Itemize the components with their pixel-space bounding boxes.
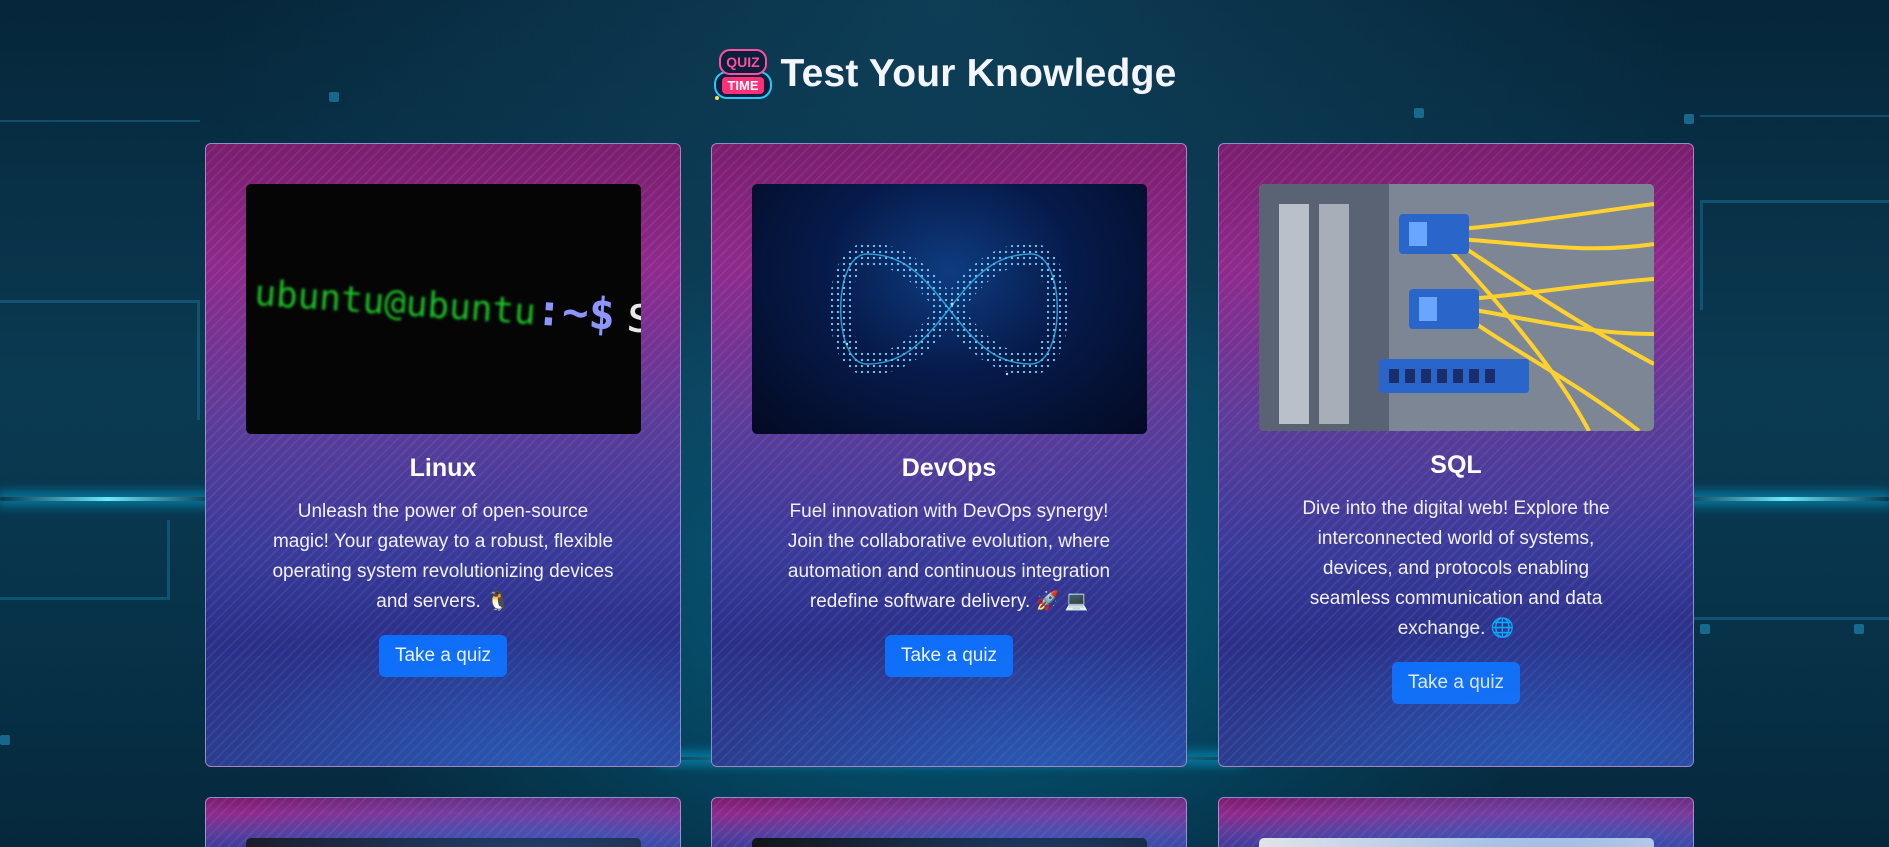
- take-quiz-button-linux[interactable]: Take a quiz: [378, 635, 508, 677]
- network-cables-icon: [1259, 184, 1654, 431]
- quiz-card-row2-1: [205, 797, 681, 847]
- card-title: DevOps: [901, 454, 997, 482]
- quiz-card-devops: DevOps Fuel innovation with DevOps syner…: [711, 143, 1187, 767]
- quiz-card-row2-2: [711, 797, 1187, 847]
- card-description: Dive into the digital web! Explore the i…: [1302, 498, 1610, 639]
- card-title: Linux: [409, 454, 477, 482]
- quiz-time-logo: QUIZ TIME: [712, 46, 774, 102]
- take-quiz-button-sql[interactable]: Take a quiz: [1391, 662, 1521, 704]
- quiz-card-sql: SQL Dive into the digital web! Explore t…: [1218, 143, 1694, 767]
- infinity-icon: [829, 242, 1069, 376]
- page-header: QUIZ TIME Test Your Knowledge: [0, 46, 1889, 102]
- card-description: Fuel innovation with DevOps synergy! Joi…: [787, 501, 1111, 612]
- devops-image: [752, 184, 1147, 434]
- card-description: Unleash the power of open-source magic! …: [272, 501, 614, 612]
- linux-terminal-image: ubuntu@ubuntu:~$ sudo: [246, 184, 641, 434]
- network-cables-image: [1259, 184, 1654, 431]
- quiz-card-linux: ubuntu@ubuntu:~$ sudo Linux Unleash the …: [205, 143, 681, 767]
- svg-text:TIME: TIME: [728, 78, 759, 93]
- card-title: SQL: [1430, 451, 1482, 479]
- quiz-card-row2-3: [1218, 797, 1694, 847]
- take-quiz-button-devops[interactable]: Take a quiz: [884, 635, 1014, 677]
- svg-text:QUIZ: QUIZ: [727, 54, 761, 70]
- page-title: Test Your Knowledge: [780, 52, 1177, 95]
